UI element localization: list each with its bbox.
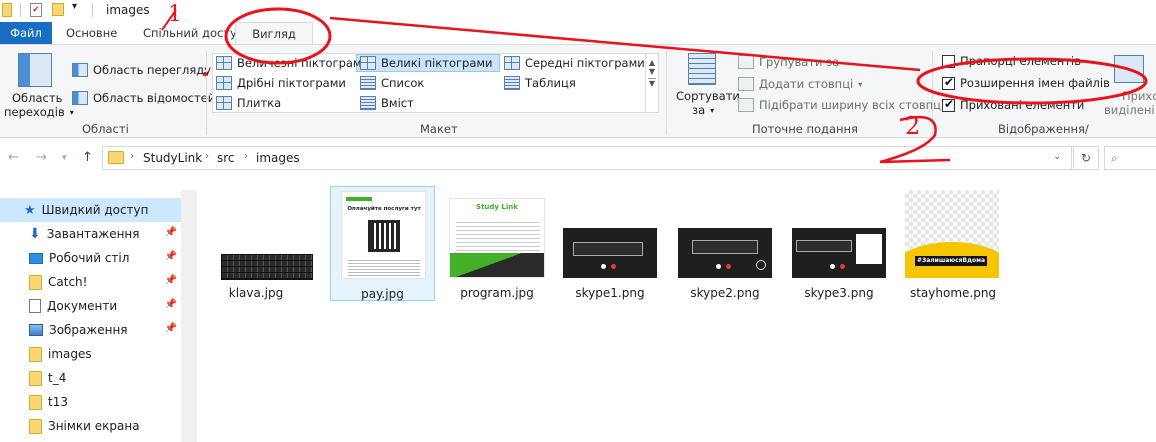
- annotation-number-1: 1: [168, 2, 182, 27]
- annotation-arrow-line: [329, 16, 921, 72]
- annotation-circle-extensions: [916, 57, 1148, 105]
- annotation-dot: [203, 72, 207, 76]
- explorer-window: ✔ ▾ images Файл Основне Спільний доступ …: [0, 0, 1156, 442]
- annotation-number-2: 2: [905, 112, 921, 140]
- annotation-overlay: [161, 7, 1148, 164]
- annotation-circle-view-tab: [224, 7, 332, 65]
